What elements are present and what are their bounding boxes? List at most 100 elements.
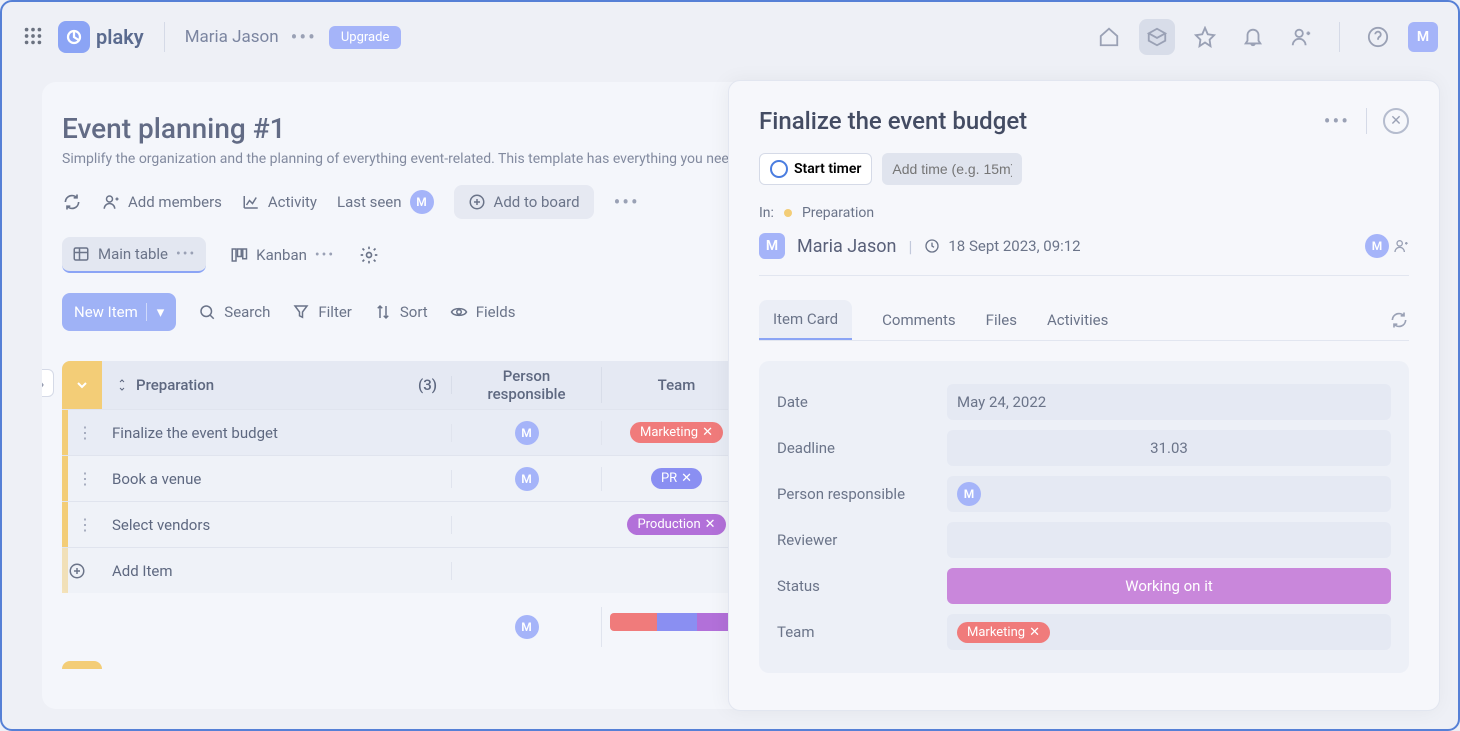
search-button[interactable]: Search [198, 303, 270, 321]
star-icon[interactable] [1187, 19, 1223, 55]
row-color-stripe [62, 548, 68, 593]
divider [1339, 22, 1340, 52]
tab-activities[interactable]: Activities [1047, 301, 1108, 339]
owner-avatar: M [759, 233, 785, 259]
topbar-right: M [1091, 19, 1438, 55]
bell-icon[interactable] [1235, 19, 1271, 55]
last-seen-avatar: M [410, 190, 434, 214]
add-members-label: Add members [128, 193, 222, 211]
add-icon [68, 562, 102, 580]
row-name[interactable]: Book a venue [102, 470, 452, 488]
close-icon[interactable]: ✕ [1383, 108, 1409, 134]
new-item-label: New Item [74, 303, 138, 321]
field-reviewer-label: Reviewer [777, 531, 927, 549]
add-item-label: Add Item [102, 562, 452, 580]
person-avatar: M [515, 421, 539, 445]
row-name[interactable]: Select vendors [102, 516, 452, 534]
panel-more-icon[interactable]: ••• [1324, 109, 1350, 133]
panel-tabs: Item Card Comments Files Activities [759, 300, 1409, 341]
divider [164, 22, 165, 52]
workspace-name[interactable]: Maria Jason [185, 27, 279, 47]
last-seen-label: Last seen [337, 193, 402, 211]
row-person[interactable]: M [452, 467, 602, 491]
settings-icon[interactable] [359, 245, 379, 265]
field-date-label: Date [777, 393, 927, 411]
summary-person: M [452, 607, 602, 647]
logo[interactable]: plaky [58, 21, 144, 53]
upgrade-button[interactable]: Upgrade [329, 26, 401, 49]
row-handle-icon[interactable]: ⋮ [68, 469, 102, 488]
box-icon[interactable] [1139, 19, 1175, 55]
in-value[interactable]: Preparation [802, 205, 874, 221]
field-deadline-value[interactable]: 31.03 [947, 430, 1391, 466]
activity-button[interactable]: Activity [242, 193, 317, 211]
filter-label: Filter [318, 303, 352, 321]
tab-comments[interactable]: Comments [882, 301, 956, 339]
new-item-button[interactable]: New Item ▾ [62, 293, 176, 331]
timer-icon [770, 160, 788, 178]
apps-grid-icon[interactable] [22, 25, 46, 49]
tab-more-icon[interactable]: ••• [176, 246, 196, 262]
logo-text: plaky [96, 25, 144, 49]
row-name[interactable]: Finalize the event budget [102, 424, 452, 442]
add-members-button[interactable]: Add members [102, 193, 222, 211]
field-date-value[interactable]: May 24, 2022 [947, 384, 1391, 420]
add-to-board-label: Add to board [494, 193, 580, 211]
created-date: 18 Sept 2023, 09:12 [924, 237, 1080, 255]
user-avatar[interactable]: M [1408, 22, 1438, 52]
team-tag[interactable]: Marketing ✕ [957, 622, 1050, 643]
tab-main-table-label: Main table [98, 245, 168, 263]
field-deadline-label: Deadline [777, 439, 927, 457]
sort-button[interactable]: Sort [374, 303, 428, 321]
search-label: Search [224, 303, 270, 321]
column-person-header[interactable]: Person responsible [452, 367, 602, 403]
chevron-down-icon[interactable]: ▾ [146, 303, 165, 321]
add-time-input[interactable] [882, 153, 1022, 185]
add-viewer-icon[interactable] [1393, 238, 1409, 254]
in-group-row: In: Preparation [759, 205, 1409, 221]
viewer-avatar[interactable]: M [1365, 234, 1389, 258]
group-count: (3) [418, 376, 437, 394]
tab-item-card[interactable]: Item Card [759, 300, 852, 340]
field-reviewer-value[interactable] [947, 522, 1391, 558]
start-timer-label: Start timer [794, 161, 861, 177]
tab-kanban-label: Kanban [256, 246, 307, 264]
field-team-value[interactable]: Marketing ✕ [947, 614, 1391, 650]
add-to-board-button[interactable]: Add to board [454, 185, 594, 219]
field-team-label: Team [777, 623, 927, 641]
tab-more-icon[interactable]: ••• [315, 247, 335, 263]
panel-sync-icon[interactable] [1389, 310, 1409, 330]
row-handle-icon[interactable]: ⋮ [68, 515, 102, 534]
tab-main-table[interactable]: Main table ••• [62, 237, 206, 273]
team-tag[interactable]: PR ✕ [651, 468, 702, 489]
row-person[interactable]: M [452, 421, 602, 445]
field-person-value[interactable]: M [947, 476, 1391, 512]
row-handle-icon[interactable]: ⋮ [68, 423, 102, 442]
field-status-label: Status [777, 577, 927, 595]
more-icon[interactable]: ••• [291, 25, 317, 49]
tab-kanban[interactable]: Kanban ••• [220, 238, 345, 272]
fields-card: Date May 24, 2022 Deadline 31.03 Person … [759, 361, 1409, 673]
group-collapse-button[interactable] [62, 361, 102, 409]
topbar: plaky Maria Jason ••• Upgrade M [2, 2, 1458, 72]
invite-icon[interactable] [1283, 19, 1319, 55]
toolbar-more-icon[interactable]: ••• [614, 190, 640, 214]
team-tag[interactable]: Production ✕ [627, 514, 725, 535]
column-name-header[interactable]: Preparation (3) [102, 376, 452, 394]
start-timer-button[interactable]: Start timer [759, 153, 872, 185]
fields-label: Fields [476, 303, 516, 321]
activity-label: Activity [268, 193, 317, 211]
filter-button[interactable]: Filter [292, 303, 352, 321]
expand-sidebar-button[interactable]: › [42, 369, 54, 397]
last-seen-button[interactable]: Last seen M [337, 190, 434, 214]
fields-button[interactable]: Fields [450, 303, 516, 321]
next-group-hint [62, 661, 102, 669]
help-icon[interactable] [1360, 19, 1396, 55]
field-status-value[interactable]: Working on it [947, 568, 1391, 604]
tab-files[interactable]: Files [986, 301, 1017, 339]
team-tag[interactable]: Marketing ✕ [630, 422, 723, 443]
home-icon[interactable] [1091, 19, 1127, 55]
field-person-label: Person responsible [777, 485, 927, 503]
sync-icon[interactable] [62, 192, 82, 212]
item-panel: Finalize the event budget ••• ✕ Start ti… [728, 80, 1440, 711]
